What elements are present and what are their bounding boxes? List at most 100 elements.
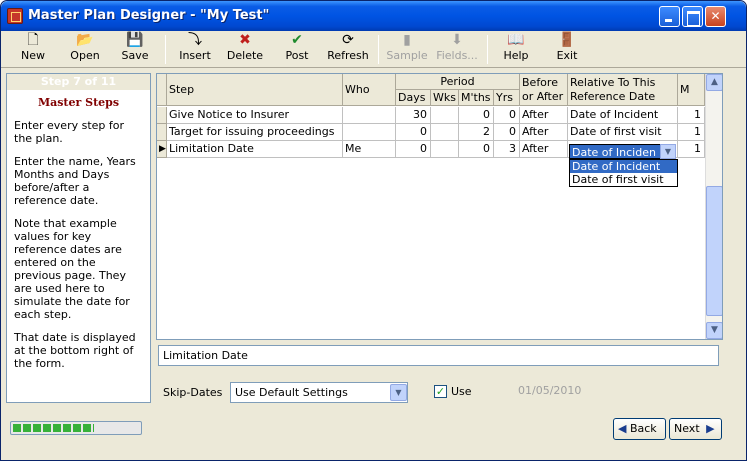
use-checkbox[interactable]: ✓ [434,385,447,398]
row-indicator[interactable] [157,107,167,124]
header-m[interactable]: M [678,74,705,106]
step-name-field[interactable]: Limitation Date [158,345,719,366]
delete-x-icon: ✖ [239,32,251,48]
wizard-progress-bar [10,421,142,435]
sample-button[interactable]: ▮ Sample [384,32,430,67]
arrow-left-icon: ◀ [618,422,627,435]
progress-fill [13,424,94,432]
new-label: New [21,49,45,62]
cell-who[interactable] [343,107,396,124]
step-counter: Step 7 of 11 [7,74,150,90]
cell-days[interactable]: 30 [396,107,431,124]
sample-icon: ▮ [403,32,411,48]
header-wks[interactable]: Wks [431,90,459,106]
chevron-down-icon: ▼ [711,325,718,335]
cell-who[interactable] [343,124,396,141]
scroll-down-button[interactable]: ▼ [706,322,722,339]
dropdown-option[interactable]: Date of first visit [570,173,677,186]
back-button[interactable]: ◀ Back [613,418,666,440]
cell-step[interactable]: Limitation Date [167,141,343,158]
header-who[interactable]: Who [343,74,396,106]
minimize-button[interactable] [659,6,680,27]
cell-relative-to[interactable]: Date of first visit [568,124,678,141]
toolbar-separator [165,35,166,64]
cell-yrs[interactable]: 3 [494,141,520,158]
insert-button[interactable]: ⤵ Insert [173,32,217,67]
cell-step[interactable]: Target for issuing proceedings [167,124,343,141]
save-button[interactable]: 💾 Save [113,32,157,67]
post-checkmark-icon: ✔ [291,32,303,48]
steps-grid: Step Who Period Days Wks M'ths Yrs Befor… [156,73,723,340]
fields-button[interactable]: ⬇ Fields... [432,32,482,67]
master-plan-designer-window: Master Plan Designer - "My Test" ✕ 🗋 New… [0,0,747,461]
refresh-button[interactable]: ⟳ Refresh [323,32,373,67]
post-button[interactable]: ✔ Post [275,32,319,67]
cell-days[interactable]: 0 [396,124,431,141]
cell-yrs[interactable]: 0 [494,124,520,141]
header-days[interactable]: Days [396,90,431,106]
skip-dates-select[interactable]: Use Default Settings [230,382,408,403]
exit-button[interactable]: 🚪 Exit [545,32,589,67]
cell-days[interactable]: 0 [396,141,431,158]
close-button[interactable]: ✕ [705,6,726,27]
refresh-label: Refresh [327,49,369,62]
dropdown-arrow-button[interactable]: ▼ [660,144,676,159]
cell-relative-to[interactable]: Date of Incident [568,107,678,124]
cell-wks[interactable] [431,107,459,124]
header-period: Period [396,74,520,90]
dropdown-option[interactable]: Date of Incident [570,160,677,173]
current-row-indicator[interactable]: ▶ [157,141,167,158]
new-button[interactable]: 🗋 New [11,32,55,67]
help-button[interactable]: 📖 Help [494,32,538,67]
scroll-up-button[interactable]: ▲ [706,74,722,91]
fields-label: Fields... [436,49,478,62]
save-disk-icon: 💾 [126,32,144,48]
header-relative-to[interactable]: Relative To This Reference Date [568,74,678,106]
instruction-paragraph: Enter the name, Years Months and Days be… [14,155,136,207]
help-label: Help [503,49,529,62]
cell-before-after[interactable]: After [520,107,568,124]
cell-who[interactable]: Me [343,141,396,158]
cell-mths[interactable]: 2 [459,124,494,141]
grid-vertical-scrollbar[interactable]: ▲ ▼ [705,74,722,339]
cell-step[interactable]: Give Notice to Insurer [167,107,343,124]
cell-before-after[interactable]: After [520,141,568,158]
delete-label: Delete [226,49,264,62]
header-mths[interactable]: M'ths [459,90,494,106]
cell-wks[interactable] [431,124,459,141]
current-row-arrow-icon: ▶ [159,144,166,154]
cell-mths[interactable]: 0 [459,107,494,124]
close-icon: ✕ [710,9,721,23]
header-yrs[interactable]: Yrs [494,90,520,106]
open-button[interactable]: 📂 Open [63,32,107,67]
header-before-after[interactable]: Before or After [520,74,568,106]
scroll-thumb[interactable] [706,186,722,316]
header-step[interactable]: Step [167,74,343,106]
back-label: Back [629,422,657,435]
toolbar: 🗋 New 📂 Open 💾 Save ⤵ Insert ✖ Delete ✔ … [1,31,746,68]
maximize-button[interactable] [682,6,703,27]
sidebar-instructions: Enter every step for the plan. Enter the… [7,119,150,370]
arrow-right-icon: ▶ [706,422,715,435]
open-folder-icon: 📂 [76,32,94,48]
post-label: Post [285,49,309,62]
insert-label: Insert [179,49,211,62]
cell-mths[interactable]: 0 [459,141,494,158]
help-book-icon: 📖 [507,32,525,48]
cell-m[interactable]: 1 [678,124,705,141]
insert-icon: ⤵ [188,32,202,48]
delete-button[interactable]: ✖ Delete [223,32,267,67]
sidebar-title: Master Steps [37,96,120,109]
cell-yrs[interactable]: 0 [494,107,520,124]
next-button[interactable]: Next ▶ [669,418,722,440]
cell-wks[interactable] [431,141,459,158]
skip-dates-dropdown-button[interactable]: ▼ [390,384,407,401]
relative-date-options-list: Date of Incident Date of first visit [569,159,678,187]
simulated-date: 01/05/2010 [518,384,582,397]
sample-label: Sample [386,49,428,62]
instruction-paragraph: Enter every step for the plan. [14,119,125,145]
cell-before-after[interactable]: After [520,124,568,141]
row-indicator[interactable] [157,124,167,141]
cell-m[interactable]: 1 [678,141,705,158]
cell-m[interactable]: 1 [678,107,705,124]
